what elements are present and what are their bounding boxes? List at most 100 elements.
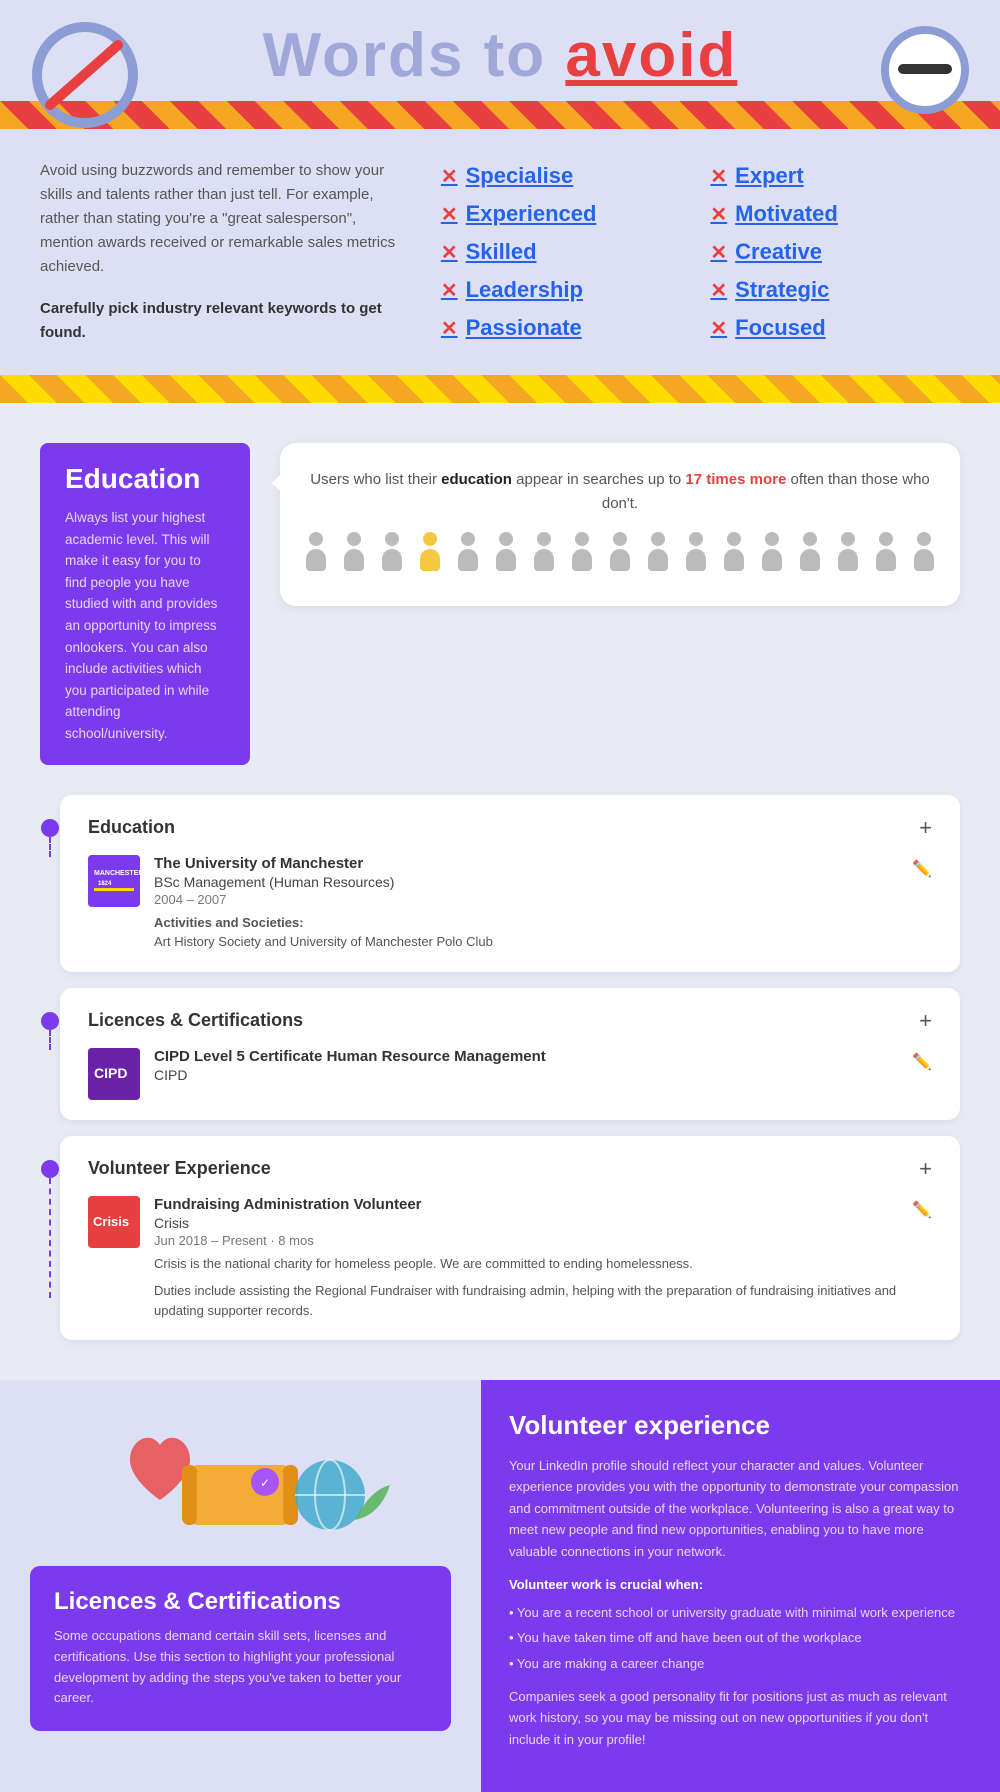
word-item-focused: ✕ Focused <box>710 311 960 345</box>
x-icon: ✕ <box>710 316 727 341</box>
word-item-experienced: ✕ Experienced <box>441 197 691 231</box>
svg-text:MANCHESTER: MANCHESTER <box>94 870 140 877</box>
hazard-stripe-top <box>0 101 1000 129</box>
person-icon-9 <box>604 532 636 576</box>
volunteer-add-button[interactable]: + <box>919 1156 932 1182</box>
volunteer-role: Fundraising Administration Volunteer <box>154 1196 898 1213</box>
education-card-title: Education <box>88 817 175 838</box>
activities-text: Art History Society and University of Ma… <box>154 934 493 949</box>
volunteer-when-label: Volunteer work is crucial when: <box>509 1574 972 1595</box>
word-label: Strategic <box>735 277 829 303</box>
volunteer-info-title: Volunteer experience <box>509 1410 972 1441</box>
x-icon: ✕ <box>710 202 727 227</box>
degree-name: BSc Management (Human Resources) <box>154 874 898 890</box>
word-label: Specialise <box>466 163 574 189</box>
cipd-org: CIPD <box>154 1067 898 1083</box>
edu-activities: Activities and Societies: Art History So… <box>154 913 898 952</box>
education-box: Education Always list your highest acade… <box>40 443 250 765</box>
dashed-line-education <box>49 837 51 857</box>
volunteer-bullet-2: You have taken time off and have been ou… <box>509 1627 972 1648</box>
volunteer-entry-details: Fundraising Administration Volunteer Cri… <box>154 1196 898 1321</box>
volunteer-profile-card: Volunteer Experience + Crisis Fundrais <box>60 1136 960 1341</box>
word-label: Experienced <box>466 201 597 227</box>
volunteer-bullets-list: You are a recent school or university gr… <box>509 1602 972 1674</box>
person-icon-14 <box>794 532 826 576</box>
volunteer-card-title: Volunteer Experience <box>88 1158 271 1179</box>
cipd-logo-text: CIPD <box>88 1048 140 1100</box>
education-card-wrapper: Education + MANCHESTER 1824 <box>40 795 960 972</box>
bubble-text: Users who list their education appear in… <box>300 468 940 516</box>
dashed-line-licences <box>49 1030 51 1050</box>
x-icon: ✕ <box>441 164 458 189</box>
person-icon-6 <box>490 532 522 576</box>
person-icon-2 <box>338 532 370 576</box>
education-profile-card: Education + MANCHESTER 1824 <box>60 795 960 972</box>
crisis-logo: Crisis <box>88 1196 140 1248</box>
volunteer-info-desc: Your LinkedIn profile should reflect you… <box>509 1455 972 1562</box>
keyword-advice: Carefully pick industry relevant keyword… <box>40 297 411 345</box>
education-box-title: Education <box>65 463 225 495</box>
education-add-button[interactable]: + <box>919 815 932 841</box>
x-icon: ✕ <box>441 278 458 303</box>
bottom-section: ✓ Licences & Certifications Some occupat… <box>0 1380 1000 1792</box>
volunteer-desc2: Duties include assisting the Regional Fu… <box>154 1281 898 1320</box>
people-icons <box>300 532 940 576</box>
edu-dates: 2004 – 2007 <box>154 892 898 907</box>
licences-card-title: Licences & Certifications <box>88 1010 303 1031</box>
word-label: Creative <box>735 239 822 265</box>
person-icon-11 <box>680 532 712 576</box>
svg-text:1824: 1824 <box>98 881 112 887</box>
licences-edit-icon[interactable]: ✏️ <box>912 1052 932 1072</box>
cert-name: CIPD Level 5 Certificate Human Resource … <box>154 1048 898 1065</box>
x-icon: ✕ <box>710 164 727 189</box>
svg-text:CIPD: CIPD <box>94 1065 127 1081</box>
svg-text:Crisis: Crisis <box>93 1214 129 1229</box>
dot-line-volunteer <box>40 1136 60 1298</box>
words-grid: ✕ Specialise ✕ Expert ✕ Experienced ✕ Mo… <box>441 159 960 345</box>
education-card-header: Education + <box>88 815 932 841</box>
intro-paragraph: Avoid using buzzwords and remember to sh… <box>40 159 411 279</box>
licences-info-box: Licences & Certifications Some occupatio… <box>30 1566 451 1731</box>
cipd-logo: CIPD <box>88 1048 140 1100</box>
intro-text-area: Avoid using buzzwords and remember to sh… <box>40 159 411 345</box>
manchester-logo-text: MANCHESTER 1824 <box>88 855 140 907</box>
licences-add-button[interactable]: + <box>919 1008 932 1034</box>
licences-profile-card: Licences & Certifications + CIPD CIPD <box>60 988 960 1120</box>
content-area: Avoid using buzzwords and remember to sh… <box>0 129 1000 375</box>
word-item-strategic: ✕ Strategic <box>710 273 960 307</box>
word-item-skilled: ✕ Skilled <box>441 235 691 269</box>
dot-line-licences <box>40 988 60 1050</box>
person-icon-7 <box>528 532 560 576</box>
person-icon-17 <box>908 532 940 576</box>
word-label: Expert <box>735 163 803 189</box>
person-icon-10 <box>642 532 674 576</box>
volunteer-edit-icon[interactable]: ✏️ <box>912 1200 932 1220</box>
licences-card-header: Licences & Certifications + <box>88 1008 932 1034</box>
volunteer-card-wrapper: Volunteer Experience + Crisis Fundrais <box>40 1136 960 1341</box>
page-title: Words to avoid <box>40 20 960 91</box>
word-label: Focused <box>735 315 825 341</box>
dot-circle-licences <box>41 1012 59 1030</box>
licences-entry-row: CIPD CIPD Level 5 Certificate Human Reso… <box>88 1048 932 1100</box>
word-label: Passionate <box>466 315 582 341</box>
x-icon: ✕ <box>710 278 727 303</box>
person-icon-13 <box>756 532 788 576</box>
manchester-logo: MANCHESTER 1824 <box>88 855 140 907</box>
education-entry-details: The University of Manchester BSc Managem… <box>154 855 898 952</box>
volunteer-org: Crisis <box>154 1215 898 1231</box>
person-icon-8 <box>566 532 598 576</box>
dot-circle-education <box>41 819 59 837</box>
word-item-expert: ✕ Expert <box>710 159 960 193</box>
education-bubble: Users who list their education appear in… <box>280 443 960 606</box>
dot-line-education <box>40 795 60 857</box>
education-entry-row: MANCHESTER 1824 The University of Manche… <box>88 855 932 952</box>
education-edit-icon[interactable]: ✏️ <box>912 859 932 879</box>
volunteer-closing: Companies seek a good personality fit fo… <box>509 1686 972 1750</box>
person-icon-highlight <box>414 532 446 576</box>
volunteer-card-header: Volunteer Experience + <box>88 1156 932 1182</box>
minus-icon-right <box>880 25 970 115</box>
person-icon-5 <box>452 532 484 576</box>
word-item-creative: ✕ Creative <box>710 235 960 269</box>
word-label: Skilled <box>466 239 537 265</box>
header-area: Words to avoid <box>0 20 1000 91</box>
